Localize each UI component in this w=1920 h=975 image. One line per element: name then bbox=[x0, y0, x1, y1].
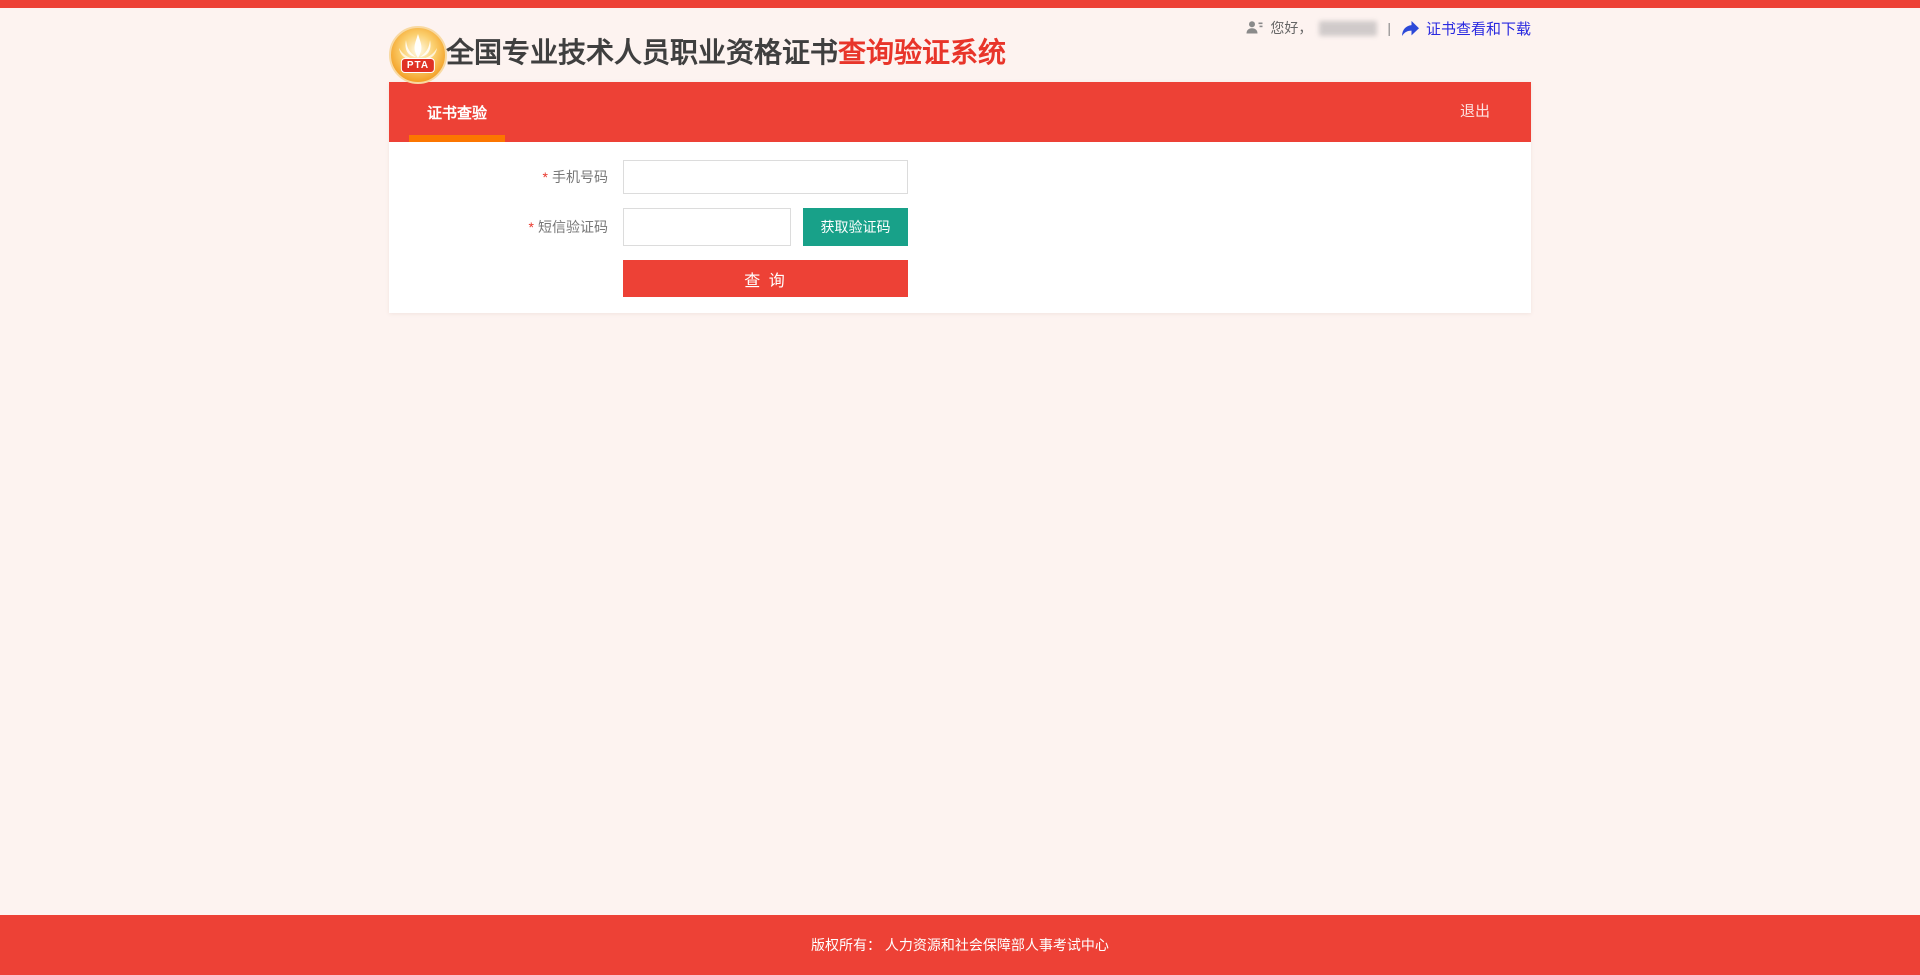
copyright-text: 版权所有： 人力资源和社会保障部人事考试中心 bbox=[811, 937, 1109, 953]
phone-label-text: 手机号码 bbox=[552, 169, 608, 185]
page-title-accent: 查询验证系统 bbox=[838, 37, 1006, 68]
get-code-button[interactable]: 获取验证码 bbox=[803, 208, 908, 246]
sms-label-text: 短信验证码 bbox=[538, 219, 608, 235]
sms-code-label: *短信验证码 bbox=[389, 208, 608, 246]
logout-button[interactable]: 退出 bbox=[1460, 82, 1490, 142]
tab-certificate-check[interactable]: 证书查验 bbox=[409, 82, 505, 142]
page-title-main: 全国专业技术人员职业资格证书 bbox=[446, 37, 838, 68]
main-card: 证书查验 退出 *手机号码 *短信验证码 获取验证码 查 询 bbox=[389, 82, 1531, 313]
user-icon bbox=[1246, 20, 1263, 36]
user-bar: 您好， | 证书查看和下载 bbox=[1246, 17, 1531, 39]
top-accent-bar bbox=[0, 0, 1920, 8]
share-arrow-icon bbox=[1401, 20, 1420, 37]
required-asterisk: * bbox=[529, 219, 534, 235]
username-masked bbox=[1319, 21, 1377, 36]
tab-label: 证书查验 bbox=[427, 102, 487, 123]
greeting-text: 您好， bbox=[1270, 18, 1312, 38]
nav-bar: 证书查验 退出 bbox=[389, 82, 1531, 142]
download-link-label: 证书查看和下载 bbox=[1426, 18, 1531, 39]
page-title: 全国专业技术人员职业资格证书查询验证系统 bbox=[446, 39, 1006, 67]
pta-logo-badge: PTA bbox=[401, 58, 435, 73]
page-header: PTA 全国专业技术人员职业资格证书查询验证系统 您好， | 证书查看和下载 bbox=[389, 8, 1531, 82]
phone-label: *手机号码 bbox=[389, 160, 608, 194]
query-form-panel: *手机号码 *短信验证码 获取验证码 查 询 bbox=[389, 142, 1531, 313]
certificate-download-link[interactable]: 证书查看和下载 bbox=[1401, 18, 1531, 39]
separator: | bbox=[1387, 20, 1391, 36]
sms-code-input[interactable] bbox=[623, 208, 791, 246]
pta-logo: PTA bbox=[389, 26, 447, 84]
required-asterisk: * bbox=[543, 169, 548, 185]
footer-bar: 版权所有： 人力资源和社会保障部人事考试中心 bbox=[0, 915, 1920, 975]
phone-input[interactable] bbox=[623, 160, 908, 194]
active-tab-underline bbox=[409, 135, 505, 142]
query-button[interactable]: 查 询 bbox=[623, 260, 908, 297]
